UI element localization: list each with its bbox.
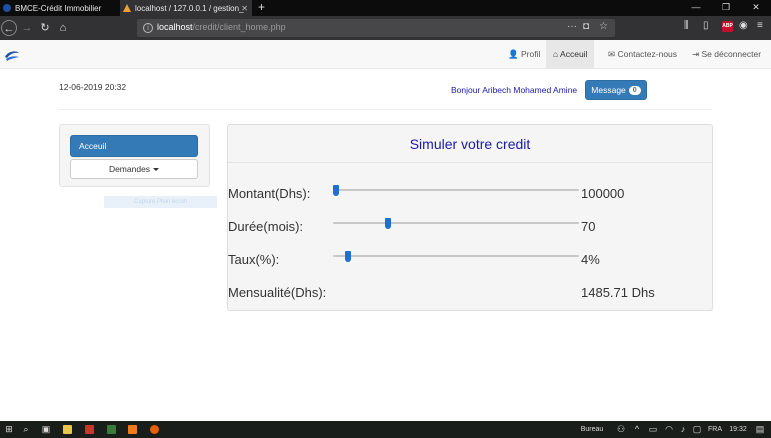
monthly-payment-label: Mensualité(Dhs):	[228, 285, 327, 300]
duration-value: 70	[581, 219, 596, 234]
close-window-icon[interactable]: ✕	[741, 0, 771, 16]
nav-acceuil[interactable]: ⌂ Acceuil	[546, 40, 595, 69]
show-hidden-icons-icon[interactable]: ^	[632, 421, 642, 438]
site-favicon-icon	[3, 4, 11, 12]
action-center-icon[interactable]: ▤	[754, 421, 766, 438]
logout-icon: ⇥	[692, 49, 700, 59]
file-explorer-icon[interactable]	[63, 425, 72, 434]
library-icon[interactable]: ⫼	[684, 20, 689, 31]
amount-slider-thumb[interactable]	[333, 185, 339, 196]
notification-area-icon[interactable]: ▢	[692, 421, 702, 438]
sidebar-panel: Acceuil Demandes	[59, 124, 210, 187]
message-button[interactable]: Message 0	[585, 80, 647, 100]
rate-slider-track[interactable]	[333, 255, 579, 257]
credit-simulator-panel: Simuler votre credit Montant(Dhs): 10000…	[227, 124, 713, 311]
url-bar[interactable]: i localhost/credit/client_home.php ··· ◘…	[137, 19, 615, 37]
bookmark-star-icon[interactable]: ☆	[599, 21, 608, 32]
wifi-icon[interactable]: ◠	[664, 421, 674, 438]
tab-title: BMCE-Crédit Immobilier	[15, 3, 102, 13]
tab-title: localhost / 127.0.0.1 / gestion_	[135, 3, 244, 13]
home-icon: ⌂	[553, 49, 559, 59]
people-icon[interactable]: ⚇	[616, 421, 626, 438]
simulator-title: Simuler votre credit	[228, 125, 712, 163]
tab-bmce[interactable]: BMCE-Crédit Immobilier	[0, 0, 120, 16]
duration-slider-thumb[interactable]	[384, 218, 391, 229]
nav-profil[interactable]: 👤 Profil	[501, 40, 547, 69]
browser-tab-bar: BMCE-Crédit Immobilier localhost / 127.0…	[0, 0, 771, 16]
rate-label: Taux(%):	[228, 252, 280, 267]
phpmyadmin-favicon-icon	[123, 4, 131, 12]
desktop-toolbar-label[interactable]: Bureau	[574, 421, 610, 438]
bmce-logo-icon[interactable]	[4, 48, 20, 62]
minimize-icon[interactable]: —	[681, 0, 711, 16]
battery-icon: ▭	[648, 424, 658, 434]
nav-logout[interactable]: ⇥ Se déconnecter	[685, 40, 768, 69]
user-greeting: Bonjour Aribech Mohamed Amine	[451, 85, 578, 95]
pocket-icon[interactable]: ◘	[583, 21, 589, 32]
amount-slider-track[interactable]	[333, 189, 579, 191]
amount-label: Montant(Dhs):	[228, 186, 311, 201]
message-label: Message	[591, 85, 626, 95]
url-text[interactable]: localhost/credit/client_home.php	[157, 22, 286, 32]
adblock-plus-icon[interactable]: ABP	[722, 21, 733, 32]
firefox-account-icon[interactable]: ◉	[739, 20, 748, 31]
requests-label: Demandes	[108, 164, 151, 174]
forward-icon[interactable]: →	[19, 20, 35, 36]
duration-label: Durée(mois):	[228, 219, 304, 234]
duration-slider-track[interactable]	[333, 222, 579, 224]
windows-start-icon[interactable]: ⊞	[3, 421, 15, 438]
browser-toolbar: ← → ↻ ⌂ i localhost/credit/client_home.p…	[0, 16, 771, 40]
site-navbar: 👤 Profil ⌂ Acceuil ✉ Contactez-nous ⇥ Se…	[0, 40, 771, 69]
app-icon[interactable]	[107, 425, 116, 434]
amount-value: 100000	[581, 186, 625, 201]
xampp-icon[interactable]	[128, 425, 137, 434]
firefox-icon[interactable]	[150, 425, 159, 434]
sidebar-requests-dropdown[interactable]: Demandes	[70, 159, 198, 179]
new-tab-button[interactable]: +	[258, 0, 265, 16]
sidebar-icon[interactable]: ▯	[703, 20, 709, 31]
home-browser-icon[interactable]: ⌂	[55, 20, 71, 36]
caret-down-icon	[153, 168, 160, 172]
current-datetime: 12-06-2019 20:32	[59, 82, 127, 92]
back-icon[interactable]: ←	[1, 20, 17, 36]
page-actions-icon[interactable]: ···	[567, 21, 577, 32]
volume-icon[interactable]: ♪	[678, 421, 688, 438]
sublime-text-icon[interactable]	[85, 425, 94, 434]
rate-value: 4%	[581, 252, 600, 267]
page-content: 👤 Profil ⌂ Acceuil ✉ Contactez-nous ⇥ Se…	[0, 40, 771, 421]
close-tab-icon[interactable]: ✕	[241, 4, 248, 13]
site-info-icon[interactable]: i	[143, 23, 153, 33]
windows-taskbar: ⊞ ⌕ ▣ Bureau ⚇ ^ ▭ ◠ ♪ ▢ FRA 19:32 ▤	[0, 421, 771, 438]
tab-phpmyadmin[interactable]: localhost / 127.0.0.1 / gestion_ ✕	[120, 0, 252, 16]
rate-slider-thumb[interactable]	[345, 251, 352, 262]
nav-contact[interactable]: ✉ Contactez-nous	[601, 40, 684, 69]
restore-icon[interactable]: ❐	[711, 0, 741, 16]
menu-hamburger-icon[interactable]: ≡	[757, 20, 763, 31]
reload-icon[interactable]: ↻	[37, 20, 53, 36]
screen-capture-overlay: Capture Plein écran	[104, 196, 217, 208]
search-icon[interactable]: ⌕	[20, 421, 32, 438]
input-language[interactable]: FRA	[705, 421, 725, 438]
user-icon: 👤	[508, 49, 519, 59]
divider	[59, 109, 712, 110]
envelope-icon: ✉	[608, 49, 616, 59]
clock[interactable]: 19:32	[727, 421, 749, 438]
message-count-badge: 0	[628, 85, 641, 95]
sidebar-home-button[interactable]: Acceuil	[70, 135, 198, 157]
task-view-icon[interactable]: ▣	[40, 421, 52, 438]
monthly-payment-value: 1485.71 Dhs	[581, 285, 655, 300]
